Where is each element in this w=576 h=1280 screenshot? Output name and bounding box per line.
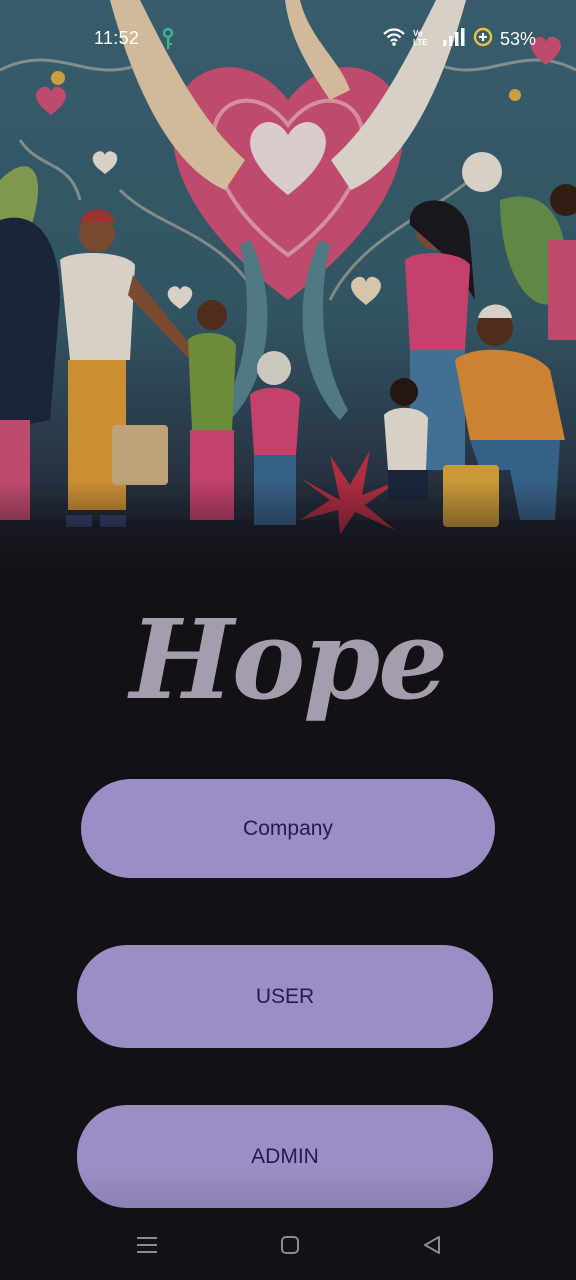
battery-saver-icon <box>473 27 493 52</box>
admin-button[interactable]: ADMIN <box>77 1105 493 1208</box>
battery-percent: 53% <box>499 28 536 49</box>
system-navigation-bar <box>0 1210 576 1280</box>
user-button[interactable]: USER <box>77 945 493 1048</box>
company-button[interactable]: Company <box>81 779 495 878</box>
signal-icon <box>442 27 466 52</box>
hero-illustration <box>0 0 576 580</box>
status-bar: 11:52 Vo LTE 53% <box>0 0 576 78</box>
key-icon <box>162 27 174 50</box>
menu-icon[interactable] <box>132 1230 162 1260</box>
wifi-icon <box>382 27 406 52</box>
home-icon[interactable] <box>275 1230 305 1260</box>
app-title: Hope <box>129 595 448 724</box>
status-time: 11:52 <box>94 28 140 48</box>
volte-icon: Vo LTE <box>412 29 428 47</box>
back-icon[interactable] <box>417 1230 447 1260</box>
